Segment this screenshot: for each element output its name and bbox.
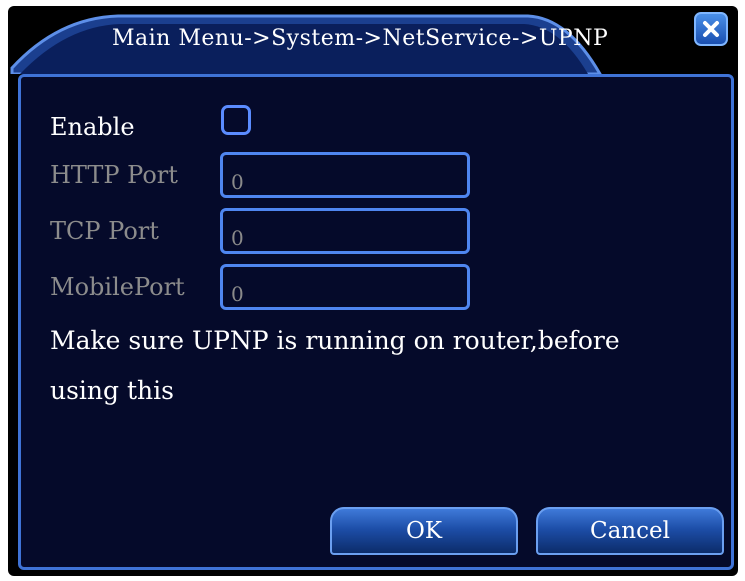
upnp-message-line2: using this <box>50 376 174 405</box>
close-button[interactable] <box>694 12 728 46</box>
tcp-port-field[interactable]: 0 <box>220 208 470 254</box>
tcp-port-value: 0 <box>231 226 244 250</box>
upnp-message-line1: Make sure UPNP is running on router,befo… <box>50 326 620 355</box>
message-line1-clip: Make sure UPNP is running on router,befo… <box>40 320 668 360</box>
tcp-port-label: TCP Port <box>50 217 159 245</box>
cancel-button[interactable]: Cancel <box>536 507 724 555</box>
http-port-field[interactable]: 0 <box>220 152 470 198</box>
http-port-value: 0 <box>231 170 244 194</box>
window-title: Main Menu->System->NetService->UPNP <box>112 26 609 51</box>
enable-checkbox[interactable] <box>221 105 251 135</box>
enable-label: Enable <box>50 113 135 141</box>
mobile-port-field[interactable]: 0 <box>220 264 470 310</box>
mobile-port-value: 0 <box>231 282 244 306</box>
close-icon <box>703 21 719 37</box>
ok-button[interactable]: OK <box>330 507 518 555</box>
mobile-port-label: MobilePort <box>50 273 185 301</box>
http-port-label: HTTP Port <box>50 161 178 189</box>
